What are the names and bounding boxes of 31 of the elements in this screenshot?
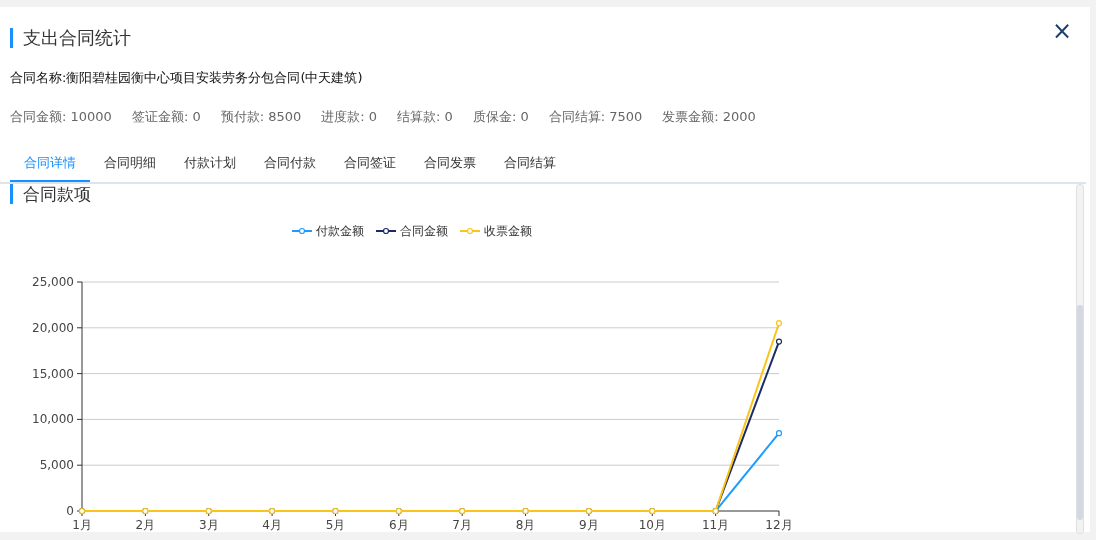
x-tick-label: 2月	[135, 518, 156, 532]
legend-label: 付款金额	[315, 224, 364, 238]
y-tick-label: 15,000	[32, 366, 74, 381]
stat-text: 进度款: 0	[321, 108, 378, 126]
x-tick-label: 3月	[198, 518, 219, 532]
y-tick-label: 10,000	[32, 412, 74, 427]
x-tick-label: 10月	[638, 518, 666, 532]
x-tick-label: 6月	[389, 518, 409, 532]
stat-text: 结算款: 0	[397, 108, 453, 126]
y-tick-label: 25,000	[32, 275, 74, 289]
x-tick-label: 9月	[579, 518, 599, 532]
stat-text: 质保金: 0	[472, 108, 529, 126]
dialog-title: 支出合同统计	[10, 28, 131, 48]
x-tick-label: 8月	[515, 518, 536, 532]
stat-text: 合同金额: 10000	[10, 108, 112, 126]
contract-name: 合同名称:衡阳碧桂园衡中心项目安装劳务分包合同(中天建筑)	[10, 69, 364, 87]
x-tick-label: 12月	[765, 518, 793, 532]
x-tick-label: 5月	[325, 518, 346, 532]
x-tick-label: 1月	[72, 518, 92, 532]
stat-text: 预付款: 8500	[220, 108, 302, 126]
legend-label: 收票金额	[484, 224, 532, 238]
y-tick-label: 5,000	[39, 458, 74, 473]
y-tick-label: 0	[66, 504, 74, 518]
legend-label: 合同金额	[400, 224, 448, 238]
stat-text: 发票金额: 2000	[662, 108, 756, 126]
y-tick-label: 20,000	[32, 320, 74, 335]
x-tick-label: 4月	[262, 518, 282, 532]
x-tick-label: 7月	[452, 518, 472, 532]
stat-text: 合同结算: 7500	[548, 108, 643, 126]
x-tick-label: 11月	[702, 518, 730, 532]
stat-text: 签证金额: 0	[131, 108, 201, 126]
